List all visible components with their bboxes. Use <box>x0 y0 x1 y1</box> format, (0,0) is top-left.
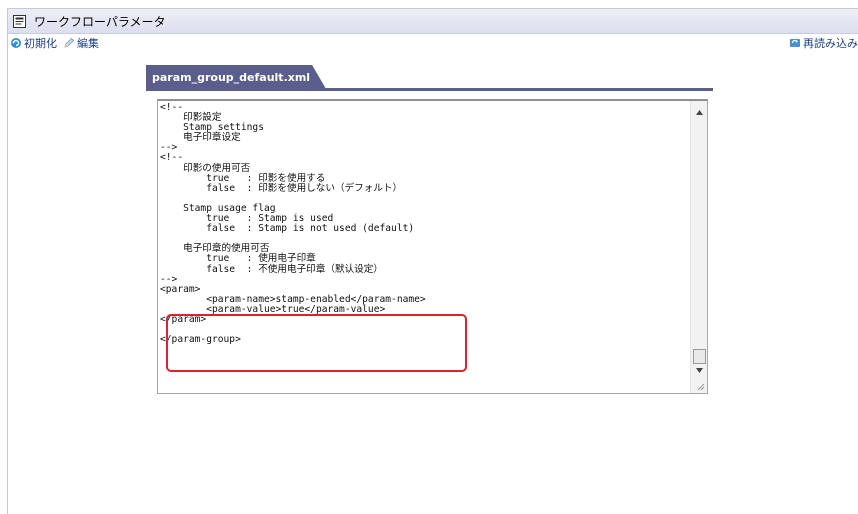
initialize-label: 初期化 <box>24 37 57 50</box>
toolbar: 初期化 編集 再読み込み <box>8 34 858 52</box>
code-line: true : 使用电子印章 <box>160 253 316 265</box>
code-line: --> <box>160 273 178 285</box>
edit-button[interactable]: 編集 <box>63 35 99 51</box>
code-line: false : Stamp is not used (default) <box>160 223 415 235</box>
title-bar: ワークフローパラメータ <box>8 9 858 34</box>
code-line: <!-- <box>160 103 184 113</box>
edit-label: 編集 <box>77 37 99 50</box>
tab-param-group-default[interactable]: param_group_default.xml <box>146 65 326 89</box>
vertical-scrollbar[interactable] <box>690 101 707 393</box>
arrow-down-icon <box>695 367 703 373</box>
resize-grip-icon[interactable] <box>697 383 705 391</box>
refresh-icon <box>11 38 21 48</box>
tab-underline <box>146 88 713 91</box>
scroll-down-button[interactable] <box>691 363 707 377</box>
xml-editor[interactable]: <!-- 印影設定 Stamp settings 电子印章设定 --> <!-- 印… <box>157 99 708 394</box>
code-line: --> <box>160 142 178 154</box>
reload-button[interactable]: 再読み込み <box>789 35 858 51</box>
code-line: <param-value>true</param-value> <box>160 303 386 315</box>
code-line: false : 不使用电子印章（默认设定） <box>160 263 383 275</box>
code-line: false : 印影を使用しない（デフォルト） <box>160 182 403 194</box>
scroll-thumb[interactable] <box>693 349 706 364</box>
initialize-button[interactable]: 初期化 <box>10 35 57 51</box>
code-line: 电子印章设定 <box>160 132 241 144</box>
reload-label: 再読み込み <box>803 36 858 50</box>
page-title: ワークフローパラメータ <box>34 14 166 29</box>
code-area[interactable]: <!-- 印影設定 Stamp settings 电子印章设定 --> <!-- 印… <box>160 103 689 391</box>
code-line: </param> <box>160 313 207 325</box>
code-line: </param-group> <box>160 334 241 346</box>
pencil-icon <box>64 37 75 48</box>
arrow-up-icon <box>695 109 703 115</box>
tab-label: param_group_default.xml <box>152 70 311 84</box>
reload-icon <box>790 38 800 47</box>
document-icon <box>13 14 26 28</box>
scroll-up-button[interactable] <box>691 105 707 119</box>
